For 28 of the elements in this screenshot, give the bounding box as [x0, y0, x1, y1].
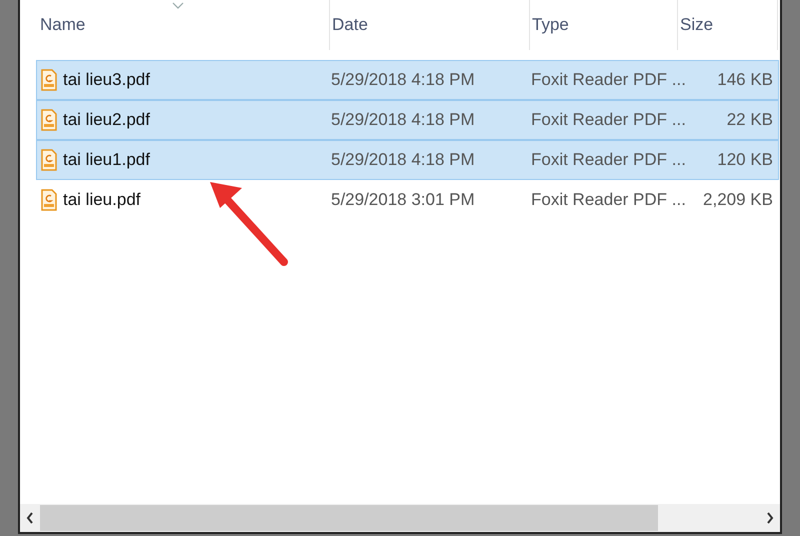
sort-caret-icon	[172, 2, 184, 10]
file-name: tai lieu1.pdf	[63, 149, 150, 172]
file-date: 5/29/2018 3:01 PM	[331, 189, 476, 212]
column-header[interactable]: Type	[532, 12, 569, 38]
file-name: tai lieu2.pdf	[63, 109, 150, 132]
scroll-left-icon[interactable]	[25, 511, 35, 525]
file-date: 5/29/2018 4:18 PM	[331, 109, 476, 132]
column-header[interactable]: Name	[40, 12, 86, 38]
scrollbar-thumb[interactable]	[40, 505, 658, 531]
file-date: 5/29/2018 4:18 PM	[331, 149, 476, 172]
file-name: tai lieu.pdf	[63, 189, 140, 212]
pdf-file-icon	[41, 69, 57, 91]
pdf-file-icon	[41, 189, 57, 211]
file-row[interactable]: tai lieu3.pdf 5/29/2018 4:18 PM Foxit Reader PDF ... 146 KB	[36, 60, 779, 100]
file-size: 120 KB	[716, 149, 773, 172]
file-date: 5/29/2018 4:18 PM	[331, 69, 476, 92]
file-row[interactable]: tai lieu2.pdf 5/29/2018 4:18 PM Foxit Reader PDF ... 22 KB	[36, 100, 779, 140]
scroll-right-icon[interactable]	[765, 511, 775, 525]
file-name: tai lieu3.pdf	[63, 69, 150, 92]
file-size: 2,209 KB	[702, 189, 773, 212]
column-header[interactable]: Date	[332, 12, 368, 38]
column-header[interactable]: Size	[680, 12, 714, 38]
file-row[interactable]: tai lieu1.pdf 5/29/2018 4:18 PM Foxit Reader PDF ... 120 KB	[36, 140, 779, 180]
pdf-file-icon	[41, 149, 57, 171]
file-size: 146 KB	[716, 69, 773, 92]
pdf-file-icon	[41, 109, 57, 131]
horizontal-scrollbar[interactable]	[20, 504, 780, 532]
file-size: 22 KB	[726, 109, 773, 132]
